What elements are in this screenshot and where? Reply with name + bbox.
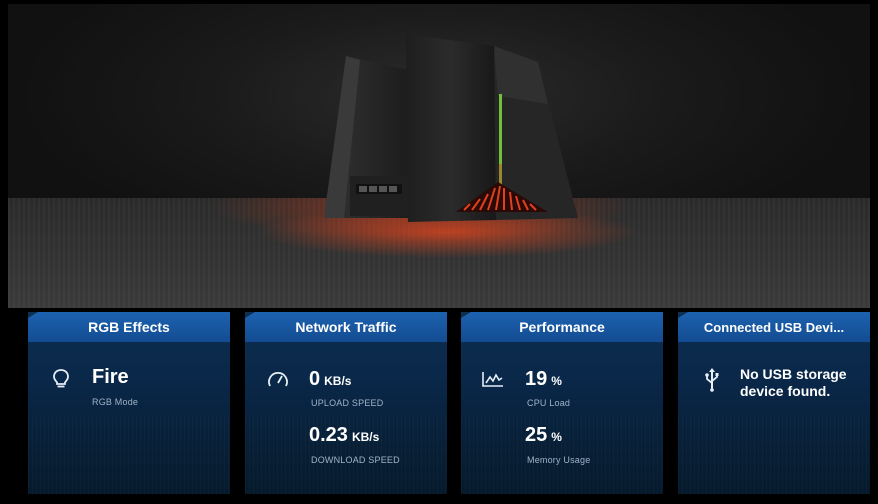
rgb-effects-card[interactable]: RGB Effects Fire RGB Mode [28,312,230,494]
usb-icon [704,368,720,397]
cpu-load-value: 19 [525,368,548,390]
network-traffic-card[interactable]: Network Traffic 0 KB/s UPLOAD SPEED 0.23 K… [245,312,447,494]
speedometer-icon [267,370,289,393]
dashboard-frame: RGB Effects Fire RGB Mode Network Traffi… [8,4,870,496]
router-hero-banner [8,4,870,308]
router-image [258,34,638,258]
memory-usage-unit: % [551,430,562,444]
download-speed-unit: KB/s [351,430,380,444]
rgb-effects-title: RGB Effects [88,319,170,335]
download-speed-readout: 0.23 KB/s [309,425,379,447]
usb-devices-card[interactable]: Connected USB Devi... No USB storage dev… [678,312,870,494]
upload-speed-value: 0 [309,368,321,390]
performance-title: Performance [519,319,605,335]
upload-speed-label: UPLOAD SPEED [311,398,384,408]
status-cards: RGB Effects Fire RGB Mode Network Traffi… [8,308,870,496]
usb-devices-header: Connected USB Devi... [678,312,870,342]
rgb-mode-label: RGB Mode [92,397,139,407]
performance-card[interactable]: Performance 19% CPU Load 25% Memory Usag… [461,312,663,494]
download-speed-label: DOWNLOAD SPEED [311,455,400,465]
usb-devices-title: Connected USB Devi... [703,319,845,335]
rgb-mode-value: Fire [92,366,129,388]
cpu-load-unit: % [551,374,562,388]
upload-speed-readout: 0 KB/s [309,369,351,391]
performance-header: Performance [461,312,663,342]
memory-usage-readout: 25% [525,425,562,447]
upload-speed-unit: KB/s [324,374,352,388]
cpu-load-label: CPU Load [527,398,571,408]
memory-usage-value: 25 [525,424,548,446]
line-chart-icon [481,370,505,393]
download-speed-value: 0.23 [309,424,348,446]
network-traffic-title: Network Traffic [295,319,397,335]
memory-usage-label: Memory Usage [527,455,591,465]
network-traffic-header: Network Traffic [245,312,447,342]
usb-status-message: No USB storage device found. [740,366,847,399]
cpu-load-readout: 19% [525,369,562,391]
lightbulb-icon [52,368,70,395]
rgb-effects-header: RGB Effects [28,312,230,342]
